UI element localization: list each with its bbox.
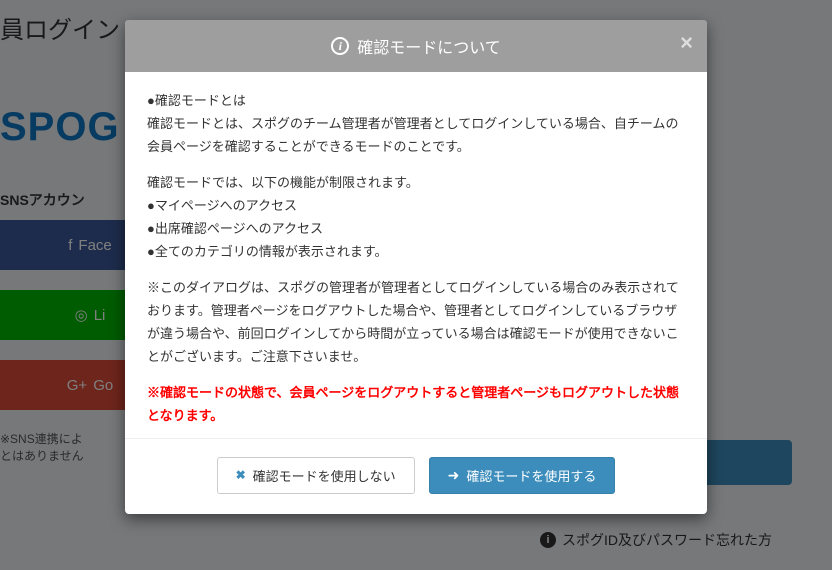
section1-heading: ●確認モードとは bbox=[147, 90, 685, 113]
confirm-mode-modal: i 確認モードについて × ●確認モードとは 確認モードとは、スポグのチーム管理… bbox=[125, 20, 707, 514]
modal-footer: ✖ 確認モードを使用しない ➜ 確認モードを使用する bbox=[125, 438, 707, 514]
modal-header: i 確認モードについて × bbox=[125, 20, 707, 72]
cancel-label: 確認モードを使用しない bbox=[253, 466, 396, 485]
warning: ※確認モードの状態で、会員ページをログアウトすると管理者ページもログアウトした状… bbox=[147, 382, 685, 428]
section2-item1: ●マイページへのアクセス bbox=[147, 195, 685, 218]
modal-title: 確認モードについて bbox=[357, 34, 501, 58]
info-icon: i bbox=[331, 37, 349, 55]
cancel-confirm-mode-button[interactable]: ✖ 確認モードを使用しない bbox=[217, 457, 415, 494]
use-confirm-mode-button[interactable]: ➜ 確認モードを使用する bbox=[429, 457, 616, 494]
close-icon[interactable]: × bbox=[680, 30, 693, 56]
confirm-label: 確認モードを使用する bbox=[466, 466, 596, 485]
section2-intro: 確認モードでは、以下の機能が制限されます。 bbox=[147, 172, 685, 195]
section3: ※このダイアログは、スポグの管理者が管理者としてログインしている場合のみ表示され… bbox=[147, 277, 685, 368]
section1-body: 確認モードとは、スポグのチーム管理者が管理者としてログインしている場合、自チーム… bbox=[147, 113, 685, 159]
section2-item2: ●出席確認ページへのアクセス bbox=[147, 218, 685, 241]
arrow-right-icon: ➜ bbox=[448, 467, 460, 484]
close-icon: ✖ bbox=[236, 468, 246, 482]
section2-item3: ●全てのカテゴリの情報が表示されます。 bbox=[147, 241, 685, 264]
modal-body: ●確認モードとは 確認モードとは、スポグのチーム管理者が管理者としてログインして… bbox=[125, 72, 707, 438]
